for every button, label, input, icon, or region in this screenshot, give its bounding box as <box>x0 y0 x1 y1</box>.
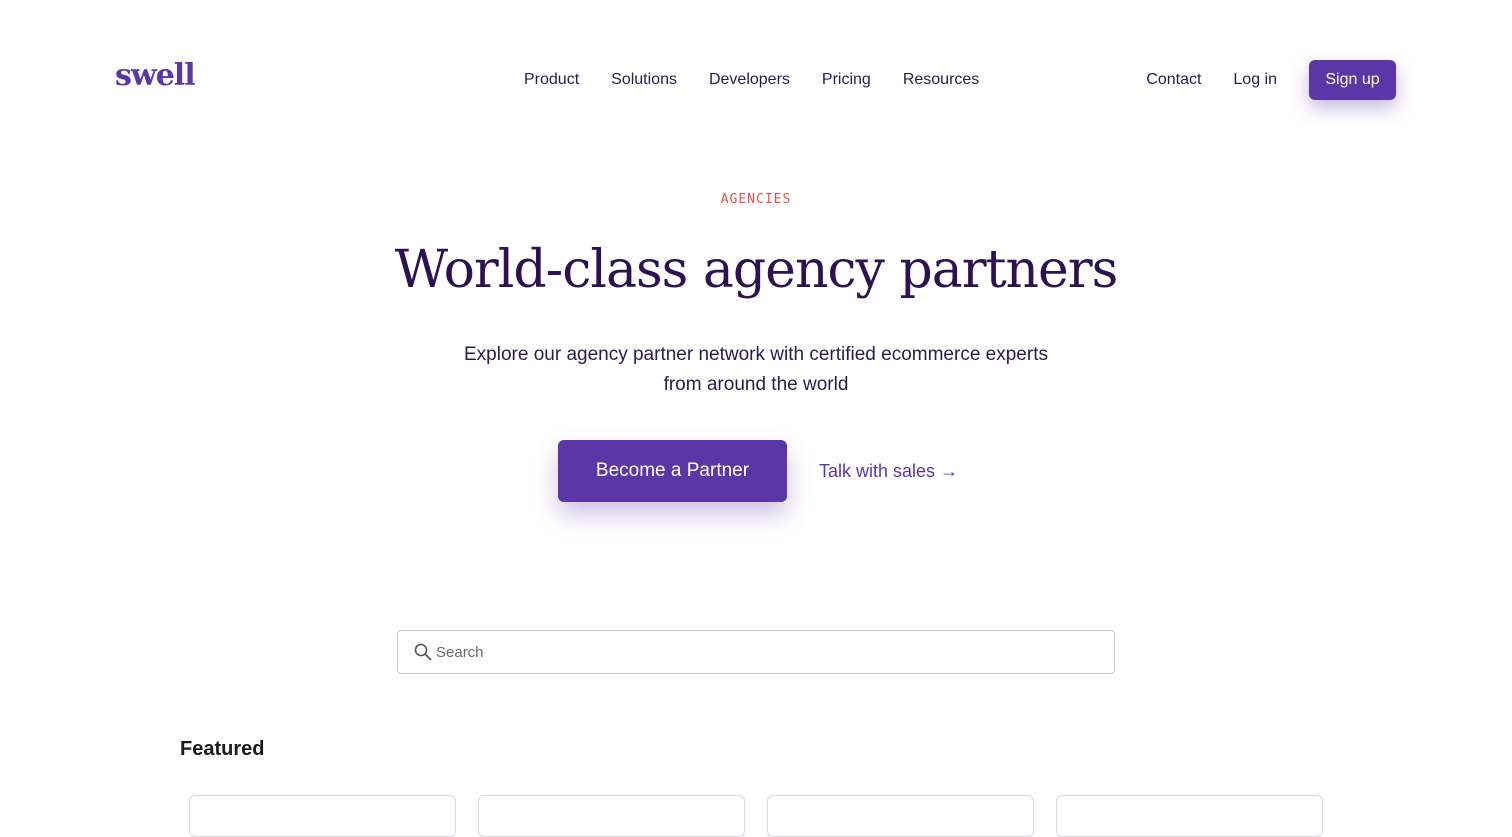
search-icon <box>414 643 432 661</box>
main-nav: Product Solutions Developers Pricing Res… <box>524 68 979 92</box>
hero-actions: Become a Partner Talk with sales → <box>558 440 958 502</box>
hero-subtitle-line2: from around the world <box>663 374 849 395</box>
swell-logo[interactable]: swell <box>115 58 196 93</box>
page-title: World-class agency partners <box>394 240 1119 300</box>
featured-card[interactable] <box>767 795 1034 837</box>
section-eyebrow: AGENCIES <box>720 192 792 207</box>
featured-heading: Featured <box>180 738 265 760</box>
contact-link[interactable]: Contact <box>1146 68 1201 92</box>
nav-developers[interactable]: Developers <box>709 68 790 92</box>
become-partner-button[interactable]: Become a Partner <box>558 440 787 502</box>
hero-subtitle: Explore our agency partner network with … <box>400 340 1112 400</box>
featured-card[interactable] <box>189 795 456 837</box>
search-input[interactable] <box>434 631 1114 673</box>
hero-subtitle-line1: Explore our agency partner network with … <box>464 344 1048 365</box>
nav-product[interactable]: Product <box>524 68 579 92</box>
nav-resources[interactable]: Resources <box>903 68 979 92</box>
talk-with-sales-link[interactable]: Talk with sales → <box>819 461 958 482</box>
nav-pricing[interactable]: Pricing <box>822 68 871 92</box>
featured-card[interactable] <box>1056 795 1323 837</box>
featured-card[interactable] <box>478 795 745 837</box>
nav-solutions[interactable]: Solutions <box>611 68 677 92</box>
login-link[interactable]: Log in <box>1233 68 1277 92</box>
search-bar <box>397 630 1115 674</box>
header-actions: Contact Log in Sign up <box>1146 60 1396 100</box>
signup-button[interactable]: Sign up <box>1309 60 1396 100</box>
